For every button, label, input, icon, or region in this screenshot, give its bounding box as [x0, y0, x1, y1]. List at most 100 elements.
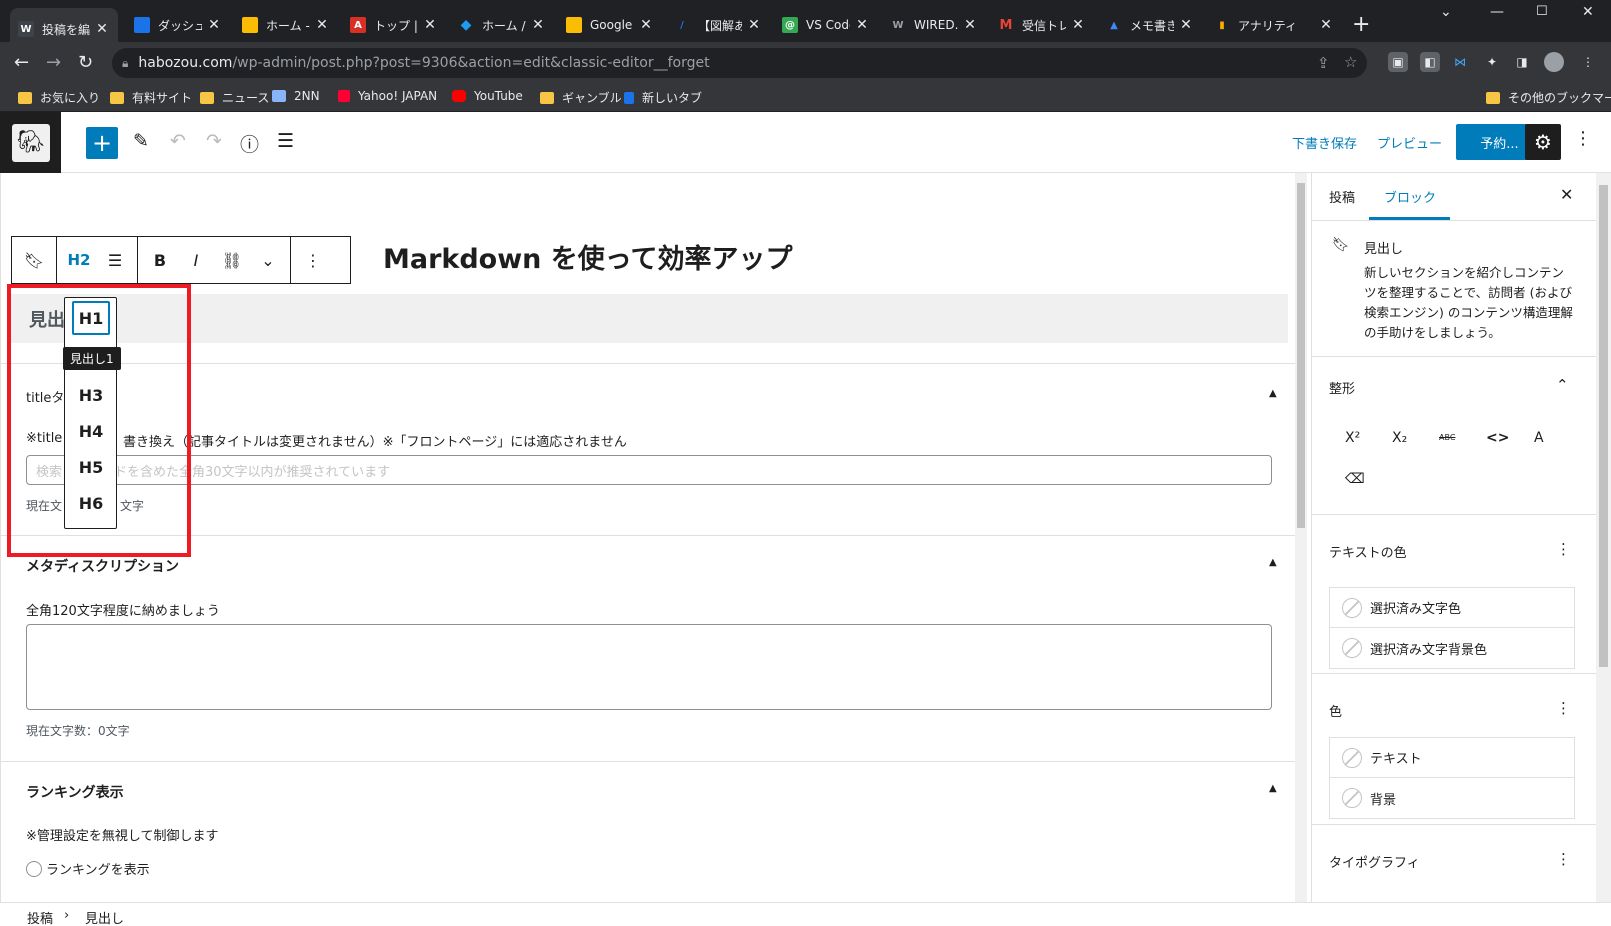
close-tab-icon[interactable]: ✕	[746, 17, 762, 33]
other-bookmarks[interactable]: その他のブックマーク	[1486, 89, 1611, 106]
font-button[interactable]: A	[1534, 430, 1544, 446]
collapse-caret-icon[interactable]: ▲	[1269, 388, 1277, 399]
sidebar-scrollbar[interactable]	[1596, 173, 1611, 902]
close-tab-icon[interactable]: ✕	[94, 21, 110, 37]
clear-format-icon[interactable]: ⌫	[1345, 471, 1365, 487]
close-tab-icon[interactable]: ✕	[314, 17, 330, 33]
browser-tab[interactable]: ◆ ホーム / Tw ✕	[450, 8, 554, 42]
share-icon[interactable]: ⇪	[1317, 54, 1330, 72]
ranking-panel-title[interactable]: ランキング表示	[26, 782, 124, 802]
close-tab-icon[interactable]: ✕	[1178, 17, 1194, 33]
list-view-icon[interactable]: ☰	[277, 130, 294, 152]
section-options-icon[interactable]: ⋮	[1556, 699, 1571, 717]
link-icon[interactable]: ⛓	[214, 251, 250, 270]
browser-tab[interactable]: A トップ | A ✕	[342, 8, 446, 42]
section-options-icon[interactable]: ⋮	[1556, 850, 1571, 868]
tab-post[interactable]: 投稿	[1329, 187, 1355, 206]
breadcrumb-heading[interactable]: 見出し	[85, 908, 124, 926]
bookmark-item[interactable]: 2NN	[272, 89, 320, 103]
description-panel-title[interactable]: メタディスクリプション	[26, 556, 179, 576]
selected-text-color[interactable]: 選択済み文字色	[1330, 588, 1574, 628]
close-tab-icon[interactable]: ✕	[962, 17, 978, 33]
info-icon[interactable]: ⓘ	[240, 130, 259, 157]
new-tab-button[interactable]: +	[1352, 12, 1370, 37]
bookmark-item[interactable]: ギャンブル	[540, 89, 622, 106]
color-section-title[interactable]: 色	[1329, 701, 1342, 720]
superscript-button[interactable]: X²	[1345, 430, 1360, 446]
close-window-icon[interactable]: ✕	[1582, 4, 1594, 20]
section-options-icon[interactable]: ⋮	[1556, 540, 1571, 558]
bookmark-item[interactable]: お気に入り	[18, 89, 100, 106]
heading-level-button[interactable]: H2	[61, 251, 97, 269]
text-color-section-title[interactable]: テキストの色	[1329, 542, 1407, 561]
profile-avatar[interactable]	[1544, 52, 1564, 72]
add-block-button[interactable]: +	[86, 127, 118, 159]
save-draft-button[interactable]: 下書き保存	[1292, 133, 1357, 152]
bookmark-item[interactable]: ニュース	[200, 89, 269, 106]
forward-icon[interactable]: →	[46, 52, 61, 73]
close-tab-icon[interactable]: ✕	[422, 17, 438, 33]
strikethrough-button[interactable]: ABC	[1439, 433, 1455, 442]
puzzle-icon[interactable]: ✦	[1482, 52, 1502, 72]
italic-button[interactable]: I	[178, 251, 214, 270]
scrollbar-thumb[interactable]	[1599, 185, 1608, 667]
subscript-button[interactable]: X₂	[1392, 430, 1407, 446]
browser-tab[interactable]: ホーム - G ✕	[234, 8, 338, 42]
bookmark-icon[interactable]: 🔖︎	[16, 251, 52, 270]
selected-text-bg-color[interactable]: 選択済み文字背景色	[1330, 628, 1574, 668]
tab-search-icon[interactable]: ⌄	[1440, 4, 1452, 20]
vscode-extension-icon[interactable]: ⋈	[1450, 52, 1470, 72]
ranking-radio[interactable]: ランキングを表示	[26, 859, 150, 878]
breadcrumb-post[interactable]: 投稿	[27, 908, 53, 926]
extension-icon[interactable]: ◧	[1420, 52, 1440, 72]
close-tab-icon[interactable]: ✕	[638, 17, 654, 33]
browser-tab[interactable]: / 【図解あり ✕	[666, 8, 770, 42]
bold-button[interactable]: B	[142, 251, 178, 270]
description-textarea[interactable]	[26, 624, 1272, 710]
star-icon[interactable]: ☆	[1344, 53, 1357, 71]
redo-icon[interactable]: ↷	[206, 130, 222, 152]
typography-section-title[interactable]: タイポグラフィ	[1329, 852, 1420, 871]
close-tab-icon[interactable]: ✕	[1318, 17, 1334, 33]
bookmark-item[interactable]: Yahoo! JAPAN	[338, 89, 437, 103]
background-color-item[interactable]: 背景	[1330, 778, 1574, 818]
align-icon[interactable]: ☰	[97, 251, 133, 270]
close-icon[interactable]: ✕	[1560, 185, 1573, 204]
minimize-icon[interactable]: —	[1490, 4, 1504, 20]
address-bar[interactable]: 🔒︎ habozou.com/wp-admin/post.php?post=93…	[112, 48, 1367, 78]
browser-tab[interactable]: W WIRED.jp ✕	[882, 8, 986, 42]
browser-tab[interactable]: ダッシュボ ✕	[126, 8, 230, 42]
browser-tab[interactable]: ▮ アナリティ ✕	[1206, 8, 1342, 42]
text-color-item[interactable]: テキスト	[1330, 738, 1574, 778]
menu-icon[interactable]: ⋮	[1578, 52, 1598, 72]
title-input[interactable]: 検索 ドを含めた全角30文字以内が推奨されています	[26, 455, 1272, 485]
back-icon[interactable]: ←	[14, 52, 29, 73]
post-heading-block[interactable]: Markdown を使って効率アップ	[383, 237, 792, 276]
preview-button[interactable]: プレビュー	[1377, 133, 1442, 152]
close-tab-icon[interactable]: ✕	[206, 17, 222, 33]
scrollbar-thumb[interactable]	[1297, 183, 1305, 528]
tab-block[interactable]: ブロック	[1384, 187, 1436, 206]
browser-tab[interactable]: @ VS Code ✕	[774, 8, 878, 42]
chevron-up-icon[interactable]: ⌃	[1556, 376, 1569, 394]
bookmark-item[interactable]: 有料サイト	[110, 89, 192, 106]
chevron-down-icon[interactable]: ⌄	[250, 251, 286, 270]
block-options-icon[interactable]: ⋮	[295, 251, 331, 270]
maximize-icon[interactable]: ☐	[1536, 4, 1548, 19]
collapse-caret-icon[interactable]: ▲	[1269, 557, 1277, 568]
bookmark-item[interactable]: YouTube	[452, 89, 523, 103]
extension-icon[interactable]: ▣	[1388, 52, 1408, 72]
close-tab-icon[interactable]: ✕	[854, 17, 870, 33]
browser-tab[interactable]: ▲ メモ書きや ✕	[1098, 8, 1202, 42]
undo-icon[interactable]: ↶	[170, 130, 186, 152]
close-tab-icon[interactable]: ✕	[1070, 17, 1086, 33]
format-section-title[interactable]: 整形	[1329, 378, 1355, 397]
browser-tab[interactable]: Google I ✕	[558, 8, 662, 42]
pencil-icon[interactable]: ✎	[133, 130, 149, 152]
collapse-caret-icon[interactable]: ▲	[1269, 783, 1277, 794]
reload-icon[interactable]: ↻	[78, 52, 93, 73]
side-panel-icon[interactable]: ◨	[1512, 52, 1532, 72]
editor-scrollbar[interactable]	[1295, 173, 1307, 902]
site-icon-button[interactable]: 🐘︎	[0, 112, 61, 173]
options-menu-icon[interactable]: ⋮	[1574, 128, 1592, 149]
